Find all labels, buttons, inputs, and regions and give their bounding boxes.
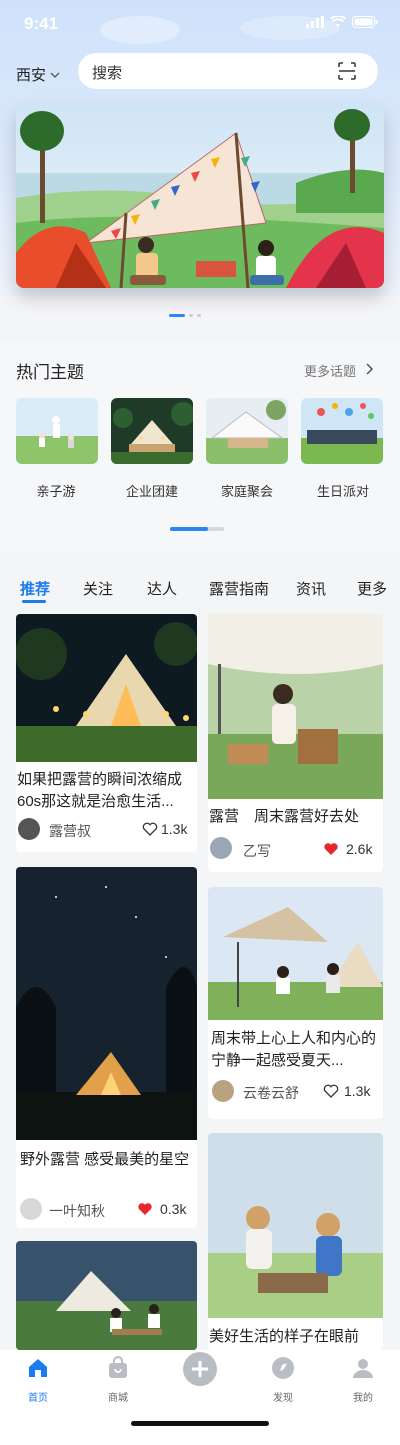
chevron-down-icon [50, 72, 60, 78]
feed-card[interactable] [16, 1241, 197, 1350]
user-icon [353, 1359, 373, 1378]
home-indicator [131, 1421, 269, 1426]
feed-tabs: 推荐 关注 达人 露营指南 资讯 更多 [0, 562, 400, 608]
carousel-dot [189, 314, 193, 317]
search-placeholder: 搜索 [92, 65, 123, 82]
topic-label-team: 企业团建 [125, 484, 178, 499]
feed-card[interactable]: 野外露营 感受最美的星空 一叶知秋 0.3k [16, 867, 197, 1228]
topics-scroll-indicator [170, 527, 224, 531]
card-title: 野外露营 感受最美的星空 [20, 1151, 190, 1168]
wifi-icon [330, 16, 346, 27]
tab-camping-guide[interactable]: 露营指南 [209, 578, 269, 599]
topic-image-gathering[interactable] [206, 398, 288, 464]
nav-discover[interactable]: 发现 [253, 1356, 313, 1404]
battery-icon [352, 16, 378, 28]
shopping-bag-icon [109, 1356, 127, 1378]
topic-image-birthday[interactable] [301, 398, 383, 464]
tab-experts[interactable]: 达人 [147, 578, 177, 599]
nav-label: 商城 [108, 1393, 128, 1404]
active-tab-underline [22, 600, 46, 603]
carousel-indicator [169, 314, 201, 317]
nav-home[interactable]: 首页 [8, 1356, 68, 1404]
topics-title: 热门主题 [16, 363, 84, 382]
heart-filled-icon[interactable] [323, 842, 339, 856]
heart-outline-icon[interactable] [142, 822, 158, 836]
card-author: 一叶知秋 [49, 1203, 105, 1219]
chevron-right-icon[interactable] [366, 363, 374, 375]
home-icon [29, 1359, 47, 1377]
card-photo [16, 867, 197, 1140]
topic-label-birthday: 生日派对 [316, 484, 369, 499]
carousel-dot [197, 314, 201, 317]
card-photo [16, 614, 197, 762]
card-title: 如果把露营的瞬间浓缩成60s那这就是治愈生活... [17, 771, 183, 810]
signal-icon [306, 16, 324, 28]
status-time: 9:41 [24, 14, 59, 33]
tab-more[interactable]: 更多 [357, 578, 387, 599]
city-label: 西安 [16, 67, 47, 84]
nav-label: 首页 [28, 1393, 48, 1404]
card-author: 云卷云舒 [243, 1085, 299, 1101]
compass-icon [272, 1357, 294, 1379]
topic-label-family: 亲子游 [36, 484, 76, 499]
heart-filled-icon[interactable] [137, 1202, 153, 1216]
tab-news[interactable]: 资讯 [296, 578, 326, 599]
topic-image-team[interactable] [111, 398, 193, 464]
card-title: 美好生活的样子在眼前 [209, 1328, 360, 1345]
card-photo [208, 1133, 383, 1318]
nav-shop[interactable]: 商城 [88, 1356, 148, 1404]
status-icons [306, 16, 378, 28]
status-bar: 9:41 [0, 0, 400, 44]
heart-outline-icon[interactable] [323, 1084, 339, 1098]
like-count: 1.3k [161, 821, 188, 837]
card-author: 乙写 [243, 843, 271, 859]
plus-icon [183, 1352, 217, 1386]
nav-label: 我的 [353, 1393, 373, 1404]
nav-label: 发现 [273, 1393, 293, 1404]
tab-follow[interactable]: 关注 [83, 578, 113, 599]
feed-card[interactable]: 美好生活的样子在眼前 [208, 1133, 383, 1350]
banner-camping-illustration [16, 103, 384, 288]
avatar [18, 818, 40, 840]
nav-publish[interactable] [170, 1352, 230, 1391]
like-count: 1.3k [344, 1083, 371, 1099]
avatar [210, 837, 232, 859]
banner-carousel[interactable] [16, 103, 384, 288]
tab-recommend[interactable]: 推荐 [20, 578, 50, 599]
card-photo [208, 887, 383, 1020]
nav-profile[interactable]: 我的 [333, 1356, 393, 1404]
scan-icon[interactable] [338, 62, 356, 80]
card-title: 周末带上心上人和内心的宁静一起感受夏天... [211, 1030, 377, 1069]
topic-image-family[interactable] [16, 398, 98, 464]
card-photo [16, 1241, 197, 1350]
feed-card[interactable]: 如果把露营的瞬间浓缩成60s那这就是治愈生活... 露营叔 1.3k [16, 614, 197, 852]
more-topics-link[interactable]: 更多话题 [304, 361, 356, 380]
bottom-tab-bar: 首页 商城 发现 我的 [0, 1350, 400, 1445]
search-input[interactable]: 搜索 [78, 53, 378, 89]
topic-label-gathering: 家庭聚会 [220, 484, 273, 499]
avatar [212, 1080, 234, 1102]
city-selector[interactable]: 西安 [16, 64, 60, 85]
like-count: 0.3k [160, 1201, 187, 1217]
hot-topics-section: 热门主题 更多话题 亲子游 企业团建 家庭聚会 生日派对 [0, 341, 400, 551]
feed-card[interactable]: 露营 周末露营好去处 乙写 2.6k [208, 614, 383, 872]
card-author: 露营叔 [49, 823, 91, 839]
topics-scroll-thumb [170, 527, 208, 531]
like-count: 2.6k [346, 841, 373, 857]
feed-card[interactable]: 周末带上心上人和内心的宁静一起感受夏天... 云卷云舒 1.3k [208, 887, 383, 1119]
carousel-dot-active [169, 314, 185, 317]
card-title: 露营 周末露营好去处 [209, 808, 360, 825]
avatar [20, 1198, 42, 1220]
card-photo [208, 614, 383, 799]
